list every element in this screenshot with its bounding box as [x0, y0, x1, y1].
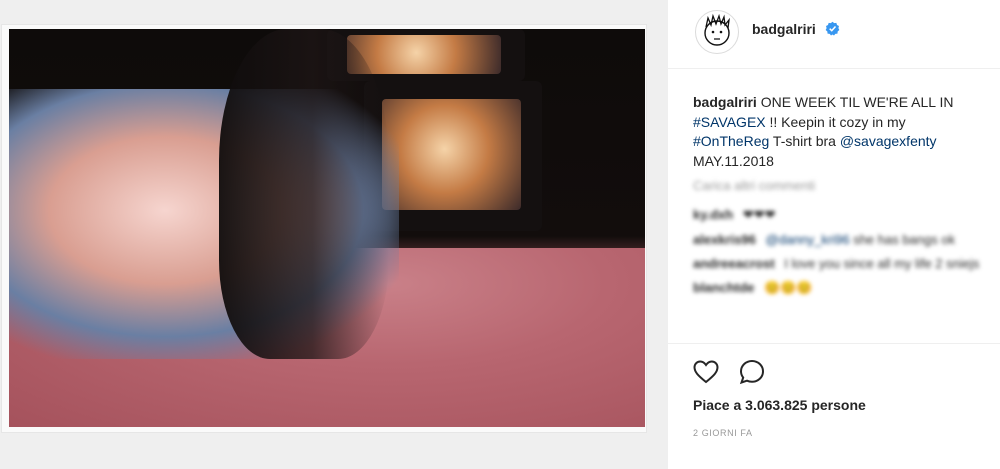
caption-text: !! Keepin it cozy in my [769, 113, 906, 130]
post-side-panel: badgalriri badgalriri ONE WEEK TIL WE'RE… [667, 0, 1000, 469]
comment-row: alexkris96 @danny_kri96 she has bangs ok [693, 232, 983, 247]
comment-text: she has bangs ok [853, 232, 956, 247]
post-caption: badgalriri ONE WEEK TIL WE'RE ALL IN #SA… [693, 93, 983, 171]
comment-row: andreeacrost I love you since all my lif… [693, 256, 983, 271]
comment-text: I love you since all my life 2 sniejs [784, 256, 980, 271]
like-button[interactable] [692, 358, 722, 388]
comment-text: ❤❤❤ [742, 207, 776, 222]
comment-text: 😊😊😊 [764, 280, 813, 295]
header-username[interactable]: badgalriri [752, 21, 816, 37]
mention-link[interactable]: @savagexfenty [840, 133, 937, 149]
comment-mention-link[interactable]: @danny_kri96 [766, 232, 850, 247]
post-actions-bar [668, 343, 1000, 386]
comment-username[interactable]: andreeacrost [693, 256, 775, 271]
comment-button[interactable] [738, 358, 768, 388]
verified-badge-icon [825, 21, 840, 36]
hashtag-link[interactable]: #SAVAGEX [693, 114, 766, 130]
caption-username[interactable]: badgalriri [693, 94, 757, 110]
post-header: badgalriri [668, 0, 1000, 69]
speech-bubble-icon [739, 359, 765, 385]
model-hair [219, 29, 389, 359]
likes-count[interactable]: Piace a 3.063.825 persone [693, 397, 866, 413]
comments-list: Carica altri commenti ky.dxh ❤❤❤ alexkri… [693, 178, 983, 305]
polaroid-frame [2, 25, 646, 432]
heart-outline-icon [693, 360, 719, 384]
comment-username[interactable]: alexkris96 [693, 232, 756, 247]
avatar[interactable] [695, 10, 739, 54]
post-timestamp[interactable]: 2 GIORNI FA [693, 428, 753, 438]
load-more-comments-button[interactable]: Carica altri commenti [693, 178, 983, 193]
post-media-area [0, 0, 667, 469]
hashtag-link[interactable]: #OnTheReg [693, 133, 769, 149]
caption-text: T-shirt bra [772, 133, 836, 149]
comment-row: ky.dxh ❤❤❤ [693, 207, 983, 223]
avatar-cartoon-icon [704, 13, 730, 46]
comment-row: blanchtde 😊😊😊 [693, 280, 983, 296]
caption-date: MAY.11.2018 [693, 152, 774, 169]
comment-username[interactable]: blanchtde [693, 280, 754, 295]
post-photo[interactable] [9, 29, 645, 427]
caption-text: ONE WEEK TIL WE'RE ALL IN [760, 94, 954, 110]
comment-username[interactable]: ky.dxh [693, 207, 733, 222]
